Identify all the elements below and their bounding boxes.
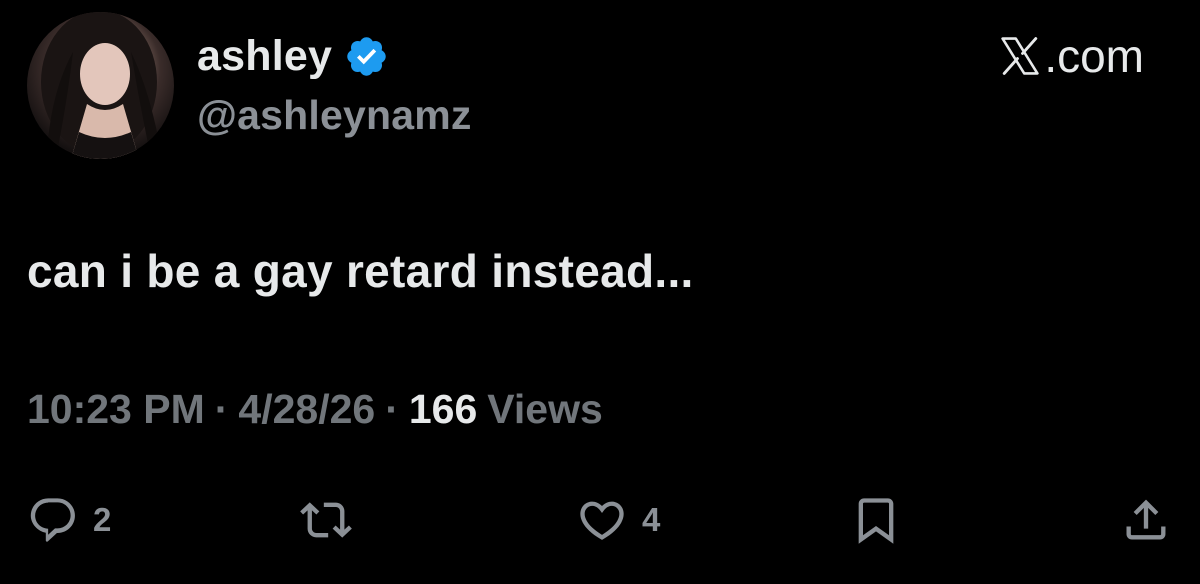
avatar[interactable] — [27, 12, 174, 159]
avatar-photo — [41, 12, 159, 159]
views-count: 166 — [408, 386, 478, 432]
author-display-name[interactable]: ashley — [197, 32, 332, 81]
bookmark-button[interactable] — [850, 490, 902, 550]
tweet-text: can i be a gay retard instead... — [27, 245, 694, 297]
tweet-time[interactable]: 10:23 PM — [27, 386, 205, 433]
verified-badge-icon — [344, 34, 389, 79]
like-count: 4 — [642, 501, 661, 538]
tweet-date[interactable]: 4/28/26 — [238, 386, 375, 433]
x-logo-icon — [1001, 37, 1040, 75]
tweet-meta: 10:23 PM · 4/28/26 · 166 Views — [27, 386, 603, 433]
bookmark-icon — [858, 498, 894, 544]
repost-icon — [300, 502, 352, 538]
share-button[interactable] — [1120, 490, 1172, 550]
views-label: Views — [487, 386, 603, 432]
reply-icon — [30, 498, 75, 542]
reply-count: 2 — [93, 501, 112, 538]
author-name-row: ashley — [197, 28, 389, 84]
like-button[interactable]: 4 — [576, 490, 660, 550]
brand-label: .com — [998, 28, 1144, 84]
reply-button[interactable]: 2 — [27, 490, 111, 550]
meta-separator: · — [214, 386, 229, 432]
brand-domain: .com — [1044, 30, 1144, 82]
action-bar: 2 4 — [0, 490, 1200, 550]
heart-icon — [580, 501, 624, 540]
meta-separator: · — [385, 386, 399, 432]
author-handle[interactable]: @ashleynamz — [197, 92, 472, 139]
share-icon — [1126, 499, 1166, 540]
repost-button[interactable] — [296, 490, 370, 550]
tweet-card: ashley @ashleynamz .com can i be a gay r… — [0, 0, 1200, 584]
